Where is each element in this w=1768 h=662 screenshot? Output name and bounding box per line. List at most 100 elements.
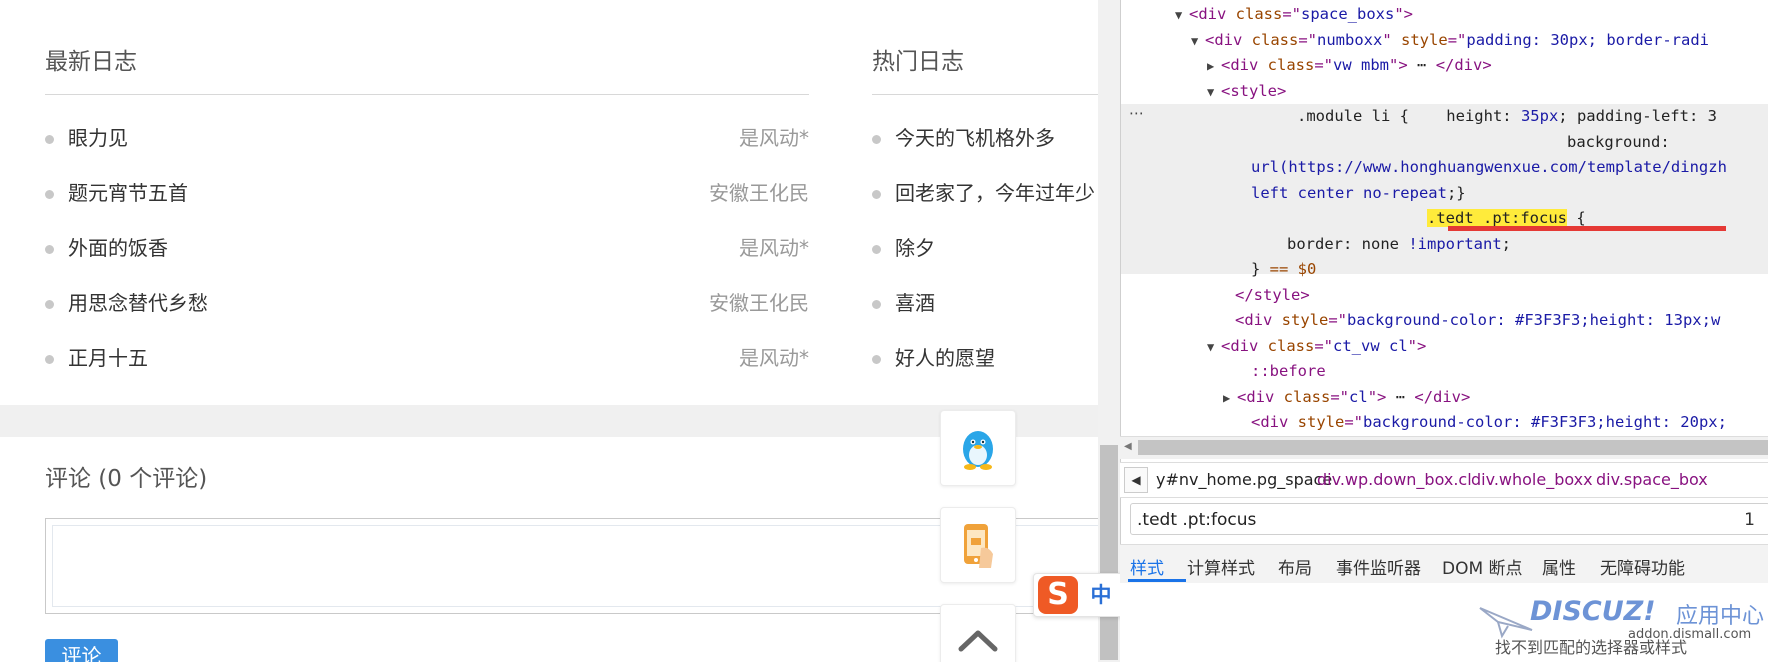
bullet-dot	[45, 245, 54, 254]
dom-node-line[interactable]: url(https://www.honghuangwenxue.com/temp…	[1237, 155, 1727, 180]
latest-blogs-title: 最新日志	[45, 49, 137, 75]
expand-triangle-right-icon[interactable]: ▶	[1207, 54, 1221, 79]
expand-triangle-down-icon[interactable]: ▼	[1207, 335, 1221, 360]
tab-1[interactable]: 计算样式	[1187, 554, 1255, 579]
code-token: ; padding-left: 3	[1558, 107, 1717, 125]
code-token: numboxx	[1317, 30, 1383, 49]
mobile-phone-icon	[964, 524, 993, 568]
blog-title-link[interactable]: 好人的愿望	[895, 343, 995, 373]
list-item[interactable]: 今天的飞机格外多	[872, 123, 1098, 153]
code-token: style	[1281, 311, 1329, 329]
comment-title: 评论 (0 个评论)	[45, 466, 208, 492]
watermark-url: addon.dismall.com	[1628, 627, 1752, 642]
blog-title-link[interactable]: 今天的飞机格外多	[895, 123, 1055, 153]
dom-node-line[interactable]: ▼ <div class="ct_vw cl">	[1207, 334, 1426, 359]
code-token: ="	[1314, 336, 1334, 355]
code-token: border: none	[1287, 234, 1409, 253]
ime-mode-toggle[interactable]: 中	[1086, 580, 1116, 610]
code-token: cl	[1349, 387, 1368, 406]
list-item[interactable]: 外面的饭香 是风动*	[45, 233, 809, 263]
list-item[interactable]: 回老家了，今年过年少	[872, 178, 1098, 208]
dom-node-line[interactable]: background:	[1553, 130, 1670, 155]
tab-6[interactable]: 无障碍功能	[1600, 554, 1685, 579]
code-token: class	[1267, 336, 1315, 355]
list-item[interactable]: 好人的愿望	[872, 343, 1098, 373]
dom-node-line[interactable]: ▼ <div class="space_boxs">	[1175, 2, 1413, 27]
node-actions-ellipsis[interactable]: ⋯	[1129, 104, 1144, 122]
dom-node-line[interactable]: <div style="background-color: #F3F3F3;he…	[1221, 308, 1720, 333]
tab-5[interactable]: 属性	[1542, 554, 1576, 579]
breadcrumb-item[interactable]: div.whole_boxx	[1471, 470, 1593, 489]
qq-button[interactable]	[940, 410, 1016, 486]
blog-author-link[interactable]: 是风动*	[739, 343, 809, 373]
code-token: ;	[1501, 234, 1511, 253]
blog-author-link[interactable]: 是风动*	[739, 233, 809, 263]
code-token: class	[1235, 5, 1283, 23]
blog-author-link[interactable]: 安徽王化民	[709, 178, 809, 208]
back-to-top-button[interactable]	[940, 604, 1016, 662]
code-token: ="	[1447, 30, 1467, 49]
code-token: background-color: #F3F3F3;height: 20px;	[1363, 413, 1727, 431]
bullet-dot	[45, 135, 54, 144]
breadcrumb-item[interactable]: y#nv_home.pg_space	[1156, 470, 1332, 489]
code-token: <div	[1205, 30, 1252, 49]
blog-title-link[interactable]: 除夕	[895, 233, 935, 263]
breadcrumb: ◀ y#nv_home.pg_space div.wp.down_box.cl di…	[1120, 462, 1768, 498]
list-item[interactable]: 眼力见 是风动*	[45, 123, 809, 153]
watermark-cn: 应用中心	[1676, 604, 1765, 629]
dom-node-line[interactable]: ▶ <div class="cl"> ⋯ </div>	[1223, 385, 1470, 410]
code-token: {	[1566, 209, 1586, 227]
code-token: style	[1401, 30, 1448, 49]
tab-2[interactable]: 布局	[1278, 554, 1312, 579]
expand-triangle-down-icon[interactable]: ▼	[1175, 3, 1189, 28]
bullet-dot	[45, 190, 54, 199]
dom-horizontal-scrollbar[interactable]: ◀	[1120, 436, 1768, 459]
dom-node-line[interactable]: border: none !important;	[1273, 232, 1511, 257]
dom-node-line[interactable]: ::before	[1237, 359, 1326, 384]
breadcrumb-item[interactable]: div.space_box	[1596, 470, 1708, 489]
blog-title-link[interactable]: 眼力见	[68, 123, 128, 153]
bullet-dot	[45, 355, 54, 364]
expand-triangle-down-icon[interactable]: ▼	[1207, 80, 1221, 105]
scroll-left-arrow-icon[interactable]: ◀	[1124, 441, 1132, 452]
sogou-logo-icon[interactable]: S	[1038, 576, 1078, 614]
devtools-sidebar-tabs: 样式 计算样式 布局 事件监听器 DOM 断点 属性 无障碍功能	[1120, 544, 1768, 584]
blog-author-link[interactable]: 是风动*	[739, 123, 809, 153]
expand-triangle-down-icon[interactable]: ▼	[1191, 29, 1205, 54]
blog-author-link[interactable]: 安徽王化民	[709, 288, 809, 318]
dom-node-line[interactable]: ▼ <div class="numboxx" style="padding: 30…	[1191, 28, 1709, 53]
blog-title-link[interactable]: 喜酒	[895, 288, 935, 318]
dom-node-line[interactable]: <div style="background-color: #F3F3F3;he…	[1237, 410, 1727, 435]
blog-title-link[interactable]: 外面的饭香	[68, 233, 168, 263]
list-item[interactable]: 喜酒	[872, 288, 1098, 318]
blog-title-link[interactable]: 题元宵节五首	[68, 178, 188, 208]
breadcrumb-left-arrow-icon[interactable]: ◀	[1124, 467, 1148, 493]
list-item[interactable]: 用思念替代乡愁 安徽王化民	[45, 288, 809, 318]
mobile-button[interactable]	[940, 507, 1016, 583]
code-token: == $0	[1269, 260, 1317, 278]
tab-3[interactable]: 事件监听器	[1336, 554, 1421, 579]
tab-4[interactable]: DOM 断点	[1442, 554, 1523, 579]
breadcrumb-item[interactable]: div.wp.down_box.cl	[1317, 470, 1472, 489]
blog-title-link[interactable]: 正月十五	[68, 343, 148, 373]
dom-node-line[interactable]: ▼ <style>	[1207, 79, 1286, 104]
blog-title-link[interactable]: 用思念替代乡愁	[68, 288, 208, 318]
expand-triangle-right-icon[interactable]: ▶	[1223, 386, 1237, 411]
dom-node-line[interactable]: </style>	[1221, 283, 1310, 308]
discuz-watermark: DISCUZ! 应用中心 addon.dismall.com	[1478, 596, 1768, 646]
dom-node-line[interactable]: } == $0	[1237, 257, 1316, 282]
dom-scrollbar-thumb[interactable]	[1138, 440, 1768, 455]
dom-node-line[interactable]: .module li { height: 35px; padding-left:…	[1283, 104, 1717, 129]
styles-filter-input[interactable]: .tedt .pt:focus 1	[1130, 503, 1768, 535]
code-token: <div	[1221, 56, 1268, 74]
list-item[interactable]: 正月十五 是风动*	[45, 343, 809, 373]
page-scrollbar-thumb[interactable]	[1100, 445, 1118, 660]
dom-node-line[interactable]: ▶ <div class="vw mbm"> ⋯ </div>	[1207, 53, 1492, 78]
comment-submit-button[interactable]: 评论	[45, 639, 118, 662]
tab-0[interactable]: 样式	[1130, 554, 1164, 579]
dom-node-line[interactable]: left center no-repeat;}	[1237, 181, 1466, 206]
list-item[interactable]: 题元宵节五首 安徽王化民	[45, 178, 809, 208]
list-item[interactable]: 除夕	[872, 233, 1098, 263]
page-scrollbar[interactable]	[1098, 0, 1120, 662]
blog-title-link[interactable]: 回老家了，今年过年少	[895, 178, 1095, 208]
